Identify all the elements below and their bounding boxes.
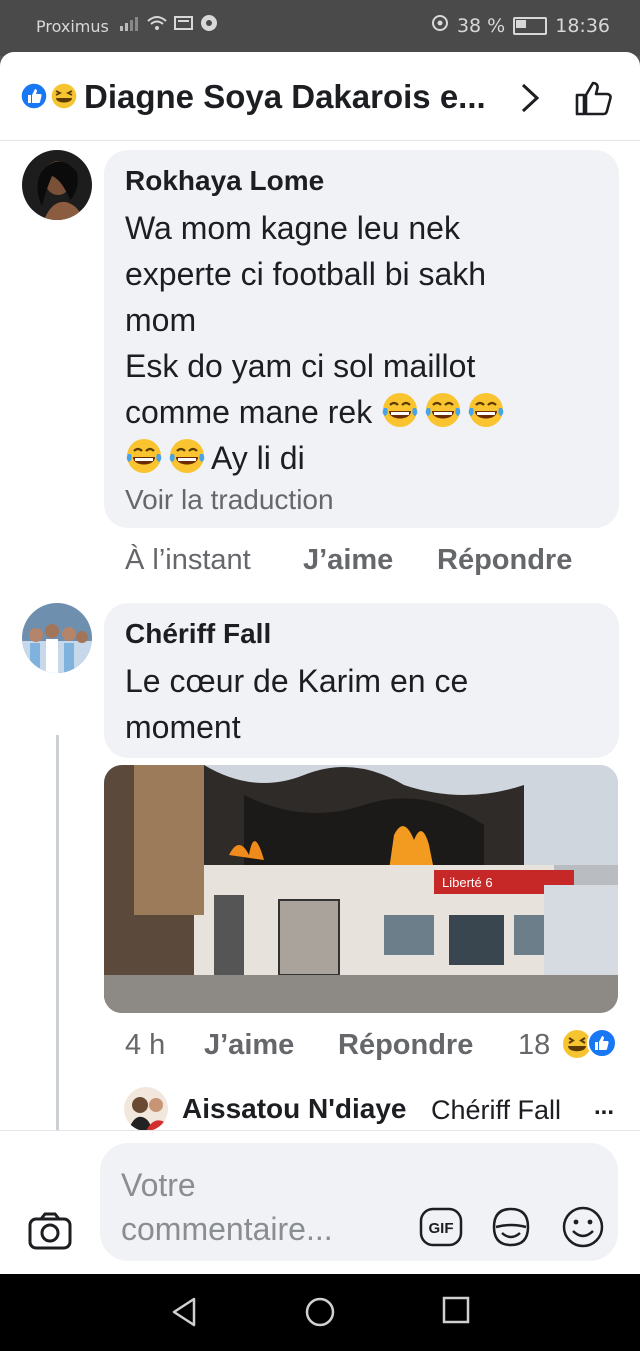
reply-more: ... — [594, 1093, 615, 1120]
reply-author[interactable]: Aissatou N'diaye — [182, 1093, 407, 1125]
signal-wifi-icons — [118, 14, 218, 37]
avatar[interactable] — [22, 603, 92, 673]
comment-line: moment — [125, 709, 241, 745]
thread-connector — [56, 735, 95, 1163]
reply-button[interactable]: Répondre — [437, 544, 572, 577]
clock: 18:36 — [555, 14, 610, 37]
like-button[interactable]: J’aime — [204, 1029, 294, 1062]
tears-of-joy-emoji — [169, 439, 205, 473]
comment-input[interactable]: Votre commentaire... GIF — [100, 1143, 618, 1261]
comment-reaction-icons[interactable] — [560, 1027, 620, 1061]
laugh-reaction-icon — [50, 82, 78, 110]
comment-time: À l’instant — [125, 544, 251, 576]
back-icon[interactable] — [170, 1296, 198, 1328]
comment-photo[interactable]: Liberté 6 — [104, 765, 618, 1013]
reply-button[interactable]: Répondre — [338, 1029, 473, 1062]
home-icon[interactable] — [304, 1296, 336, 1328]
notification-icon — [174, 15, 194, 36]
reply-text: Chériff Fall — [431, 1095, 562, 1125]
data-saver-icon — [431, 14, 449, 37]
tears-of-joy-emoji — [425, 393, 461, 427]
chevron-right-icon[interactable] — [518, 82, 542, 114]
gif-label: GIF — [429, 1220, 454, 1237]
comment-time: 4 h — [125, 1029, 166, 1061]
shop-sign-text: Liberté 6 — [442, 875, 493, 890]
sticker-icon[interactable] — [488, 1205, 534, 1249]
tears-of-joy-emoji — [468, 393, 504, 427]
status-bar: Proximus 38 % 18:36 — [0, 0, 640, 56]
see-translation-link[interactable]: Voir la traduction — [125, 484, 334, 516]
carrier-label: Proximus — [36, 17, 109, 36]
comment-line: Ay li di — [125, 435, 605, 481]
comment-input-placeholder: Votre commentaire... — [121, 1167, 333, 1247]
ball-icon — [200, 14, 218, 37]
comment-line: Esk do yam ci sol maillot — [125, 348, 476, 384]
comment-line: Wa mom kagne leu nek — [125, 210, 460, 246]
reactions-header[interactable]: Diagne Soya Dakarois e... — [0, 52, 640, 141]
comment-line: Le cœur de Karim en ce — [125, 663, 469, 699]
post-author-title: Diagne Soya Dakarois e... — [84, 78, 486, 115]
reaction-count[interactable]: 18 — [518, 1029, 550, 1062]
battery-percent: 38 % — [456, 14, 506, 37]
comments-sheet: Diagne Soya Dakarois e... Rokhaya Lome W… — [0, 52, 640, 1274]
gif-button[interactable]: GIF — [419, 1207, 463, 1252]
reaction-summary-icons — [20, 82, 78, 110]
comment-author[interactable]: Chériff Fall — [125, 618, 271, 650]
like-reaction-icon — [587, 1028, 617, 1058]
comment-line: experte ci football bi sakh — [125, 256, 487, 292]
comment-text: Wa mom kagne leu nek experte ci football… — [125, 205, 605, 481]
avatar[interactable] — [22, 150, 92, 220]
comment-line: comme mane rek — [125, 389, 605, 435]
comment-line: mom — [125, 302, 197, 338]
camera-icon[interactable] — [27, 1211, 73, 1251]
recents-icon[interactable] — [442, 1296, 470, 1324]
system-navigation-bar — [0, 1274, 640, 1351]
like-reaction-icon — [20, 82, 48, 110]
comment-text: Le cœur de Karim en ce moment — [125, 658, 605, 750]
thumbs-up-icon[interactable] — [573, 78, 613, 118]
comment-author[interactable]: Rokhaya Lome — [125, 165, 324, 197]
tears-of-joy-emoji — [382, 393, 418, 427]
battery-icon — [513, 16, 548, 35]
reply-preview[interactable]: Aissatou N'diaye Chériff Fall ... — [124, 1087, 624, 1131]
emoji-icon[interactable] — [561, 1205, 605, 1249]
avatar — [124, 1087, 168, 1131]
wifi-icon — [146, 14, 168, 37]
signal-icon — [118, 14, 140, 37]
like-button[interactable]: J’aime — [303, 544, 393, 577]
tears-of-joy-emoji — [126, 439, 162, 473]
